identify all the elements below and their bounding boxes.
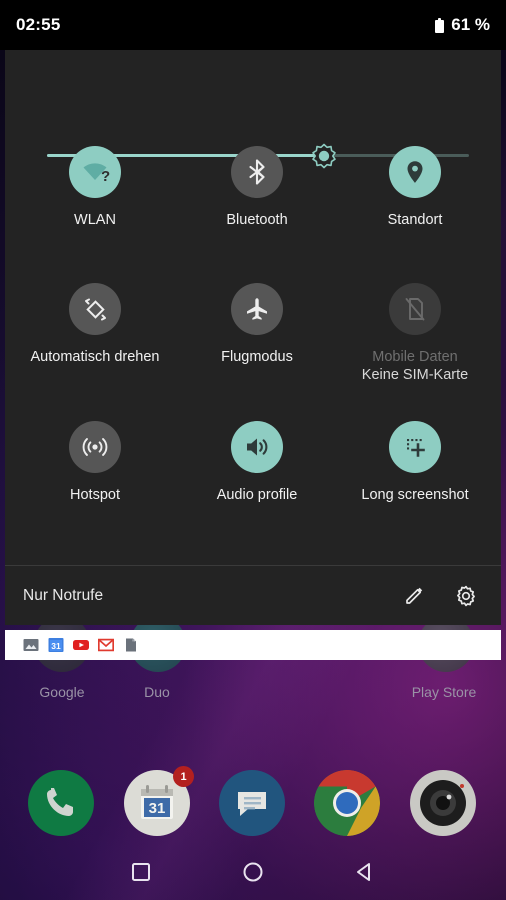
qs-tile-icon-standort	[389, 146, 441, 198]
quick-settings-panel: ? WLAN Bluetooth Standort Automatisch dr…	[5, 50, 501, 625]
qs-footer: Nur Notrufe	[5, 566, 501, 625]
qs-tile-hotspot[interactable]: Hotspot	[15, 421, 175, 504]
qs-tile-auto-rotate[interactable]: Automatisch drehen	[15, 283, 175, 366]
qs-tile-label-standort: Standort	[387, 212, 443, 228]
image-icon[interactable]	[23, 637, 39, 653]
long-screenshot-icon	[407, 439, 425, 457]
qs-tile-mobile-daten[interactable]: Mobile Daten Keine SIM-Karte	[335, 283, 495, 384]
battery-icon	[435, 17, 445, 33]
qs-tile-audio-profile[interactable]: Audio profile	[177, 421, 337, 504]
dock: 1 31	[0, 766, 506, 842]
qs-tile-icon-long-screenshot	[389, 421, 441, 473]
battery-percent-text: 61 %	[451, 15, 490, 34]
hotspot-icon	[82, 438, 108, 456]
nav-recents-button[interactable]	[85, 843, 197, 900]
dock-badge-calendar: 1	[173, 766, 194, 787]
screen-rotate-icon	[84, 298, 106, 320]
qs-tile-icon-hotspot	[69, 421, 121, 473]
qs-tile-icon-mobile-daten	[389, 283, 441, 335]
messages-icon	[238, 792, 266, 816]
qs-tile-icon-audio-profile	[231, 421, 283, 473]
qs-tile-icon-auto-rotate	[69, 283, 121, 335]
qs-tile-long-screenshot[interactable]: Long screenshot	[335, 421, 495, 504]
wifi-question-icon: ?	[83, 163, 110, 185]
gmail-icon[interactable]	[98, 637, 114, 653]
qs-tile-icon-wlan: ?	[69, 146, 121, 198]
qs-tile-flugmodus[interactable]: Flugmodus	[177, 283, 337, 366]
calendar-icon[interactable]: 31	[48, 637, 64, 653]
dock-app-chrome[interactable]	[314, 770, 380, 836]
qs-tile-label-auto-rotate: Automatisch drehen	[30, 349, 160, 365]
navigation-bar	[0, 843, 506, 900]
qs-edit-button[interactable]	[397, 579, 431, 613]
youtube-icon[interactable]	[73, 637, 89, 653]
home-app-label-playstore: Play Store	[411, 684, 477, 700]
location-pin-icon	[407, 161, 423, 183]
airplane-icon	[247, 298, 267, 320]
nav-home-button[interactable]	[197, 843, 309, 900]
dock-app-messages[interactable]	[219, 770, 285, 836]
qs-tile-icon-flugmodus	[231, 283, 283, 335]
svg-text:31: 31	[149, 800, 166, 817]
status-right-group: 61 %	[435, 15, 490, 35]
qs-tile-label-flugmodus: Flugmodus	[221, 349, 293, 365]
back-triangle-icon	[357, 862, 370, 881]
home-circle-icon	[243, 862, 263, 881]
carrier-status-text: Nur Notrufe	[23, 586, 104, 604]
qs-tile-label-long-screenshot: Long screenshot	[361, 487, 469, 503]
home-app-label-duo: Duo	[144, 684, 170, 700]
android-screen: Google Duo Play Store 1 31 31 ? WLAN Blu…	[0, 0, 506, 900]
dock-app-camera[interactable]	[410, 770, 476, 836]
speaker-volume-icon	[247, 438, 268, 456]
dock-app-phone[interactable]	[28, 770, 94, 836]
qs-tile-standort[interactable]: Standort	[335, 146, 495, 229]
notification-strip[interactable]: 31	[5, 630, 501, 660]
qs-tile-icon-bluetooth	[231, 146, 283, 198]
nav-back-button[interactable]	[309, 843, 421, 900]
pencil-edit-icon	[405, 587, 422, 604]
home-app-label-google: Google	[39, 684, 85, 700]
qs-tile-sublabel-mobile-daten: Keine SIM-Karte	[361, 367, 469, 383]
qs-tile-label-bluetooth: Bluetooth	[226, 212, 288, 228]
phone-icon	[47, 788, 73, 816]
svg-text:31: 31	[51, 641, 61, 651]
chrome-icon	[314, 770, 380, 836]
brightness-row	[5, 50, 501, 169]
bluetooth-icon	[249, 159, 265, 185]
qs-settings-button[interactable]	[449, 579, 483, 613]
dock-app-calendar[interactable]: 1 31	[124, 766, 194, 836]
qs-tile-label-wlan: WLAN	[74, 212, 116, 228]
sd-card-icon[interactable]	[123, 637, 139, 653]
qs-tile-label-audio-profile: Audio profile	[216, 487, 298, 503]
svg-text:?: ?	[101, 168, 110, 185]
qs-tile-label-mobile-daten: Mobile Daten	[372, 349, 458, 365]
gear-settings-icon	[457, 585, 475, 606]
qs-tile-label-hotspot: Hotspot	[70, 487, 120, 503]
recents-square-icon	[132, 862, 150, 881]
qs-tile-wlan[interactable]: ? WLAN	[15, 146, 175, 229]
status-clock: 02:55	[16, 15, 61, 34]
no-sim-icon	[405, 298, 425, 321]
status-bar: 02:55 61 %	[0, 0, 506, 50]
qs-tile-bluetooth[interactable]: Bluetooth	[177, 146, 337, 229]
camera-icon	[420, 780, 466, 826]
